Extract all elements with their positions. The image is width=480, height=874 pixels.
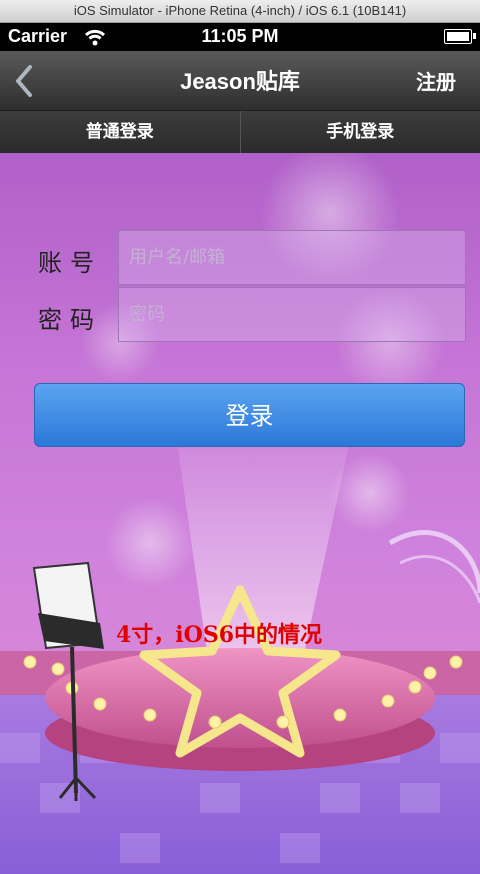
register-button[interactable]: 注册 xyxy=(416,66,456,95)
password-input[interactable] xyxy=(119,288,465,341)
navigation-bar: Jeason贴库 注册 xyxy=(0,51,480,111)
account-input[interactable] xyxy=(119,231,465,284)
status-time: 11:05 PM xyxy=(201,26,279,46)
tab-phone-login[interactable]: 手机登录 xyxy=(240,111,480,153)
simulator-title-bar: iOS Simulator - iPhone Retina (4-inch) /… xyxy=(0,0,480,23)
nav-title: Jeason贴库 xyxy=(180,69,300,94)
simulator-title: iOS Simulator - iPhone Retina (4-inch) /… xyxy=(73,3,407,18)
account-label: 账号 xyxy=(38,249,102,277)
status-bar: Carrier 11:05 PM xyxy=(0,23,480,51)
password-label: 密码 xyxy=(38,306,102,334)
password-field[interactable] xyxy=(118,287,466,342)
tab-normal-login[interactable]: 普通登录 xyxy=(0,111,241,153)
battery-icon xyxy=(444,29,476,44)
overlay-caption: 4寸，iOS6中的情况 xyxy=(116,622,323,648)
login-button[interactable]: 登录 xyxy=(34,383,465,447)
login-stage: 账号 密码 登录 4寸，iOS6中的情况 xyxy=(0,153,480,874)
account-field[interactable] xyxy=(118,230,466,285)
login-mode-tabs: 普通登录 手机登录 xyxy=(0,111,480,153)
